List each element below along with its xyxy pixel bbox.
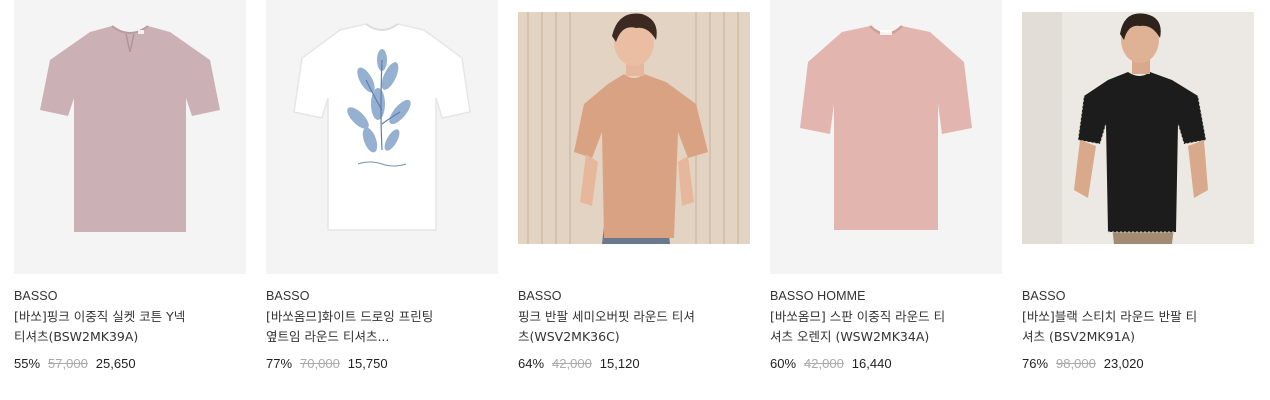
product-card[interactable]: BASSO [바쏘]핑크 이중직 실켓 코튼 Y넥 티셔츠(BSW2MK39A)…	[14, 0, 246, 390]
price-row: 60% 42,000 16,440	[770, 356, 892, 371]
product-brand: BASSO	[266, 289, 310, 303]
product-image[interactable]	[14, 0, 246, 274]
product-name-line: 셔츠 (BSV2MK91A)	[1022, 329, 1135, 344]
product-name[interactable]: [바쏘옴므]화이트 드로잉 프린팅 옆트임 라운드 티셔츠...	[266, 307, 466, 347]
price-row: 77% 70,000 15,750	[266, 356, 388, 371]
original-price: 98,000	[1056, 356, 1096, 371]
product-name-line: [바쏘]블랙 스티치 라운드 반팔 티	[1022, 309, 1198, 324]
product-name[interactable]: 핑크 반팔 세미오버핏 라운드 티셔 츠(WSV2MK36C)	[518, 307, 718, 347]
discount-rate: 60%	[770, 356, 797, 371]
product-name-line: 핑크 반팔 세미오버핏 라운드 티셔	[518, 309, 695, 324]
product-card[interactable]: BASSO [바쏘옴므]화이트 드로잉 프린팅 옆트임 라운드 티셔츠... 7…	[266, 0, 498, 390]
product-name-line: 츠(WSV2MK36C)	[518, 329, 620, 344]
price-row: 55% 57,000 25,650	[14, 356, 136, 371]
original-price: 42,000	[804, 356, 844, 371]
product-image[interactable]	[770, 0, 1002, 274]
pink-tshirt-image	[40, 25, 220, 232]
product-card[interactable]: BASSO [바쏘]블랙 스티치 라운드 반팔 티 셔츠 (BSV2MK91A)…	[1022, 0, 1254, 390]
original-price: 42,000	[552, 356, 592, 371]
product-name-line: 옆트임 라운드 티셔츠...	[266, 329, 390, 344]
product-name-line: [바쏘옴므]화이트 드로잉 프린팅	[266, 309, 434, 324]
product-name[interactable]: [바쏘]블랙 스티치 라운드 반팔 티 셔츠 (BSV2MK91A)	[1022, 307, 1222, 347]
white-print-tshirt-image	[293, 23, 471, 231]
price-row: 64% 42,000 15,120	[518, 356, 640, 371]
product-card[interactable]: BASSO 핑크 반팔 세미오버핏 라운드 티셔 츠(WSV2MK36C) 64…	[518, 0, 750, 390]
product-image[interactable]	[266, 0, 498, 274]
product-name-line: 셔츠 오렌지 (WSW2MK34A)	[770, 329, 930, 344]
product-name-line: [바쏘]핑크 이중직 실켓 코튼 Y넥	[14, 309, 186, 324]
discount-rate: 77%	[266, 356, 293, 371]
discount-rate: 76%	[1022, 356, 1049, 371]
price-row: 76% 98,000 23,020	[1022, 356, 1144, 371]
product-brand: BASSO	[14, 289, 58, 303]
original-price: 70,000	[300, 356, 340, 371]
product-brand: BASSO	[518, 289, 562, 303]
pink-round-tshirt-image	[800, 25, 972, 230]
product-name-line: 티셔츠(BSW2MK39A)	[14, 329, 139, 344]
product-image[interactable]	[1022, 0, 1254, 274]
product-card[interactable]: BASSO HOMME [바쏘옴므] 스판 이중직 라운드 티 셔츠 오렌지 (…	[770, 0, 1002, 390]
sale-price: 23,020	[1103, 356, 1144, 371]
product-name-line: [바쏘옴므] 스판 이중직 라운드 티	[770, 309, 946, 324]
product-brand: BASSO HOMME	[770, 289, 866, 303]
product-name[interactable]: [바쏘]핑크 이중직 실켓 코튼 Y넥 티셔츠(BSW2MK39A)	[14, 307, 214, 347]
product-grid: BASSO [바쏘]핑크 이중직 실켓 코튼 Y넥 티셔츠(BSW2MK39A)…	[0, 0, 1270, 400]
discount-rate: 64%	[518, 356, 545, 371]
sale-price: 16,440	[851, 356, 892, 371]
product-name[interactable]: [바쏘옴므] 스판 이중직 라운드 티 셔츠 오렌지 (WSW2MK34A)	[770, 307, 970, 347]
model-black-tshirt-photo	[1022, 12, 1254, 244]
product-image[interactable]	[518, 0, 750, 274]
discount-rate: 55%	[14, 356, 41, 371]
original-price: 57,000	[48, 356, 88, 371]
model-peach-tshirt-photo	[518, 12, 750, 244]
sale-price: 15,120	[599, 356, 640, 371]
sale-price: 25,650	[95, 356, 136, 371]
sale-price: 15,750	[347, 356, 388, 371]
product-brand: BASSO	[1022, 289, 1066, 303]
